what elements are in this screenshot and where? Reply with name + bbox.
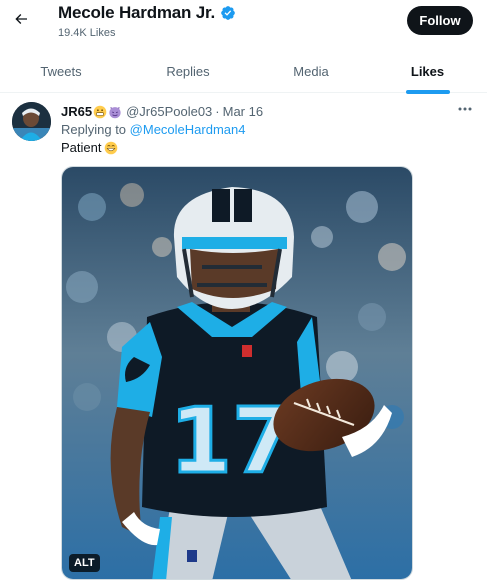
profile-header: Mecole Hardman Jr. 19.4K Likes Follow	[0, 0, 487, 44]
tweet-header: JR65 @Jr65Poole03 · Mar 16	[61, 104, 263, 119]
tab-media[interactable]: Media	[254, 50, 368, 93]
profile-name: Mecole Hardman Jr.	[58, 3, 216, 22]
more-button[interactable]	[454, 100, 476, 118]
tweet-media-image[interactable]: 17 ALT	[61, 166, 413, 580]
avatar-image	[12, 102, 51, 141]
profile-name-row: Mecole Hardman Jr.	[58, 3, 236, 23]
tab-label: Likes	[410, 64, 445, 79]
tweet-text-content: Patient	[61, 140, 102, 155]
back-button[interactable]	[6, 4, 36, 34]
tweet-author-handle[interactable]: @Jr65Poole03	[126, 104, 212, 119]
replying-to-line: Replying to @MecoleHardman4	[61, 122, 245, 137]
alt-text-badge[interactable]: ALT	[69, 554, 100, 572]
tab-tweets[interactable]: Tweets	[0, 50, 122, 93]
tab-likes[interactable]: Likes	[368, 50, 487, 94]
tweet[interactable]: JR65 @Jr65Poole03 · Mar 16 Replying to @…	[0, 94, 487, 586]
grimace-emoji-icon	[93, 105, 107, 118]
replying-to-label: Replying to	[61, 122, 127, 137]
follow-button[interactable]: Follow	[407, 6, 473, 35]
jersey-number: 17	[169, 389, 294, 494]
separator-dot: ·	[215, 104, 220, 119]
verified-badge-icon	[221, 6, 235, 20]
avatar[interactable]	[12, 102, 51, 141]
likes-count: 19.4K Likes	[58, 27, 116, 39]
tab-replies[interactable]: Replies	[122, 50, 254, 93]
purple-devil-emoji-icon	[109, 106, 121, 118]
tweet-author-name[interactable]: JR65	[61, 104, 92, 119]
grin-emoji-icon	[105, 141, 118, 154]
replying-to-handle[interactable]: @MecoleHardman4	[130, 122, 246, 137]
back-arrow-icon	[15, 14, 27, 24]
tab-label: Replies	[166, 64, 210, 79]
football-player-photo: 17	[62, 167, 412, 579]
more-icon	[458, 107, 472, 111]
profile-tabs: Tweets Replies Media Likes	[0, 50, 487, 94]
tweet-text: Patient	[61, 140, 118, 155]
tab-label: Tweets	[40, 64, 82, 79]
tab-label: Media	[293, 64, 329, 79]
tweet-date[interactable]: Mar 16	[223, 104, 263, 119]
